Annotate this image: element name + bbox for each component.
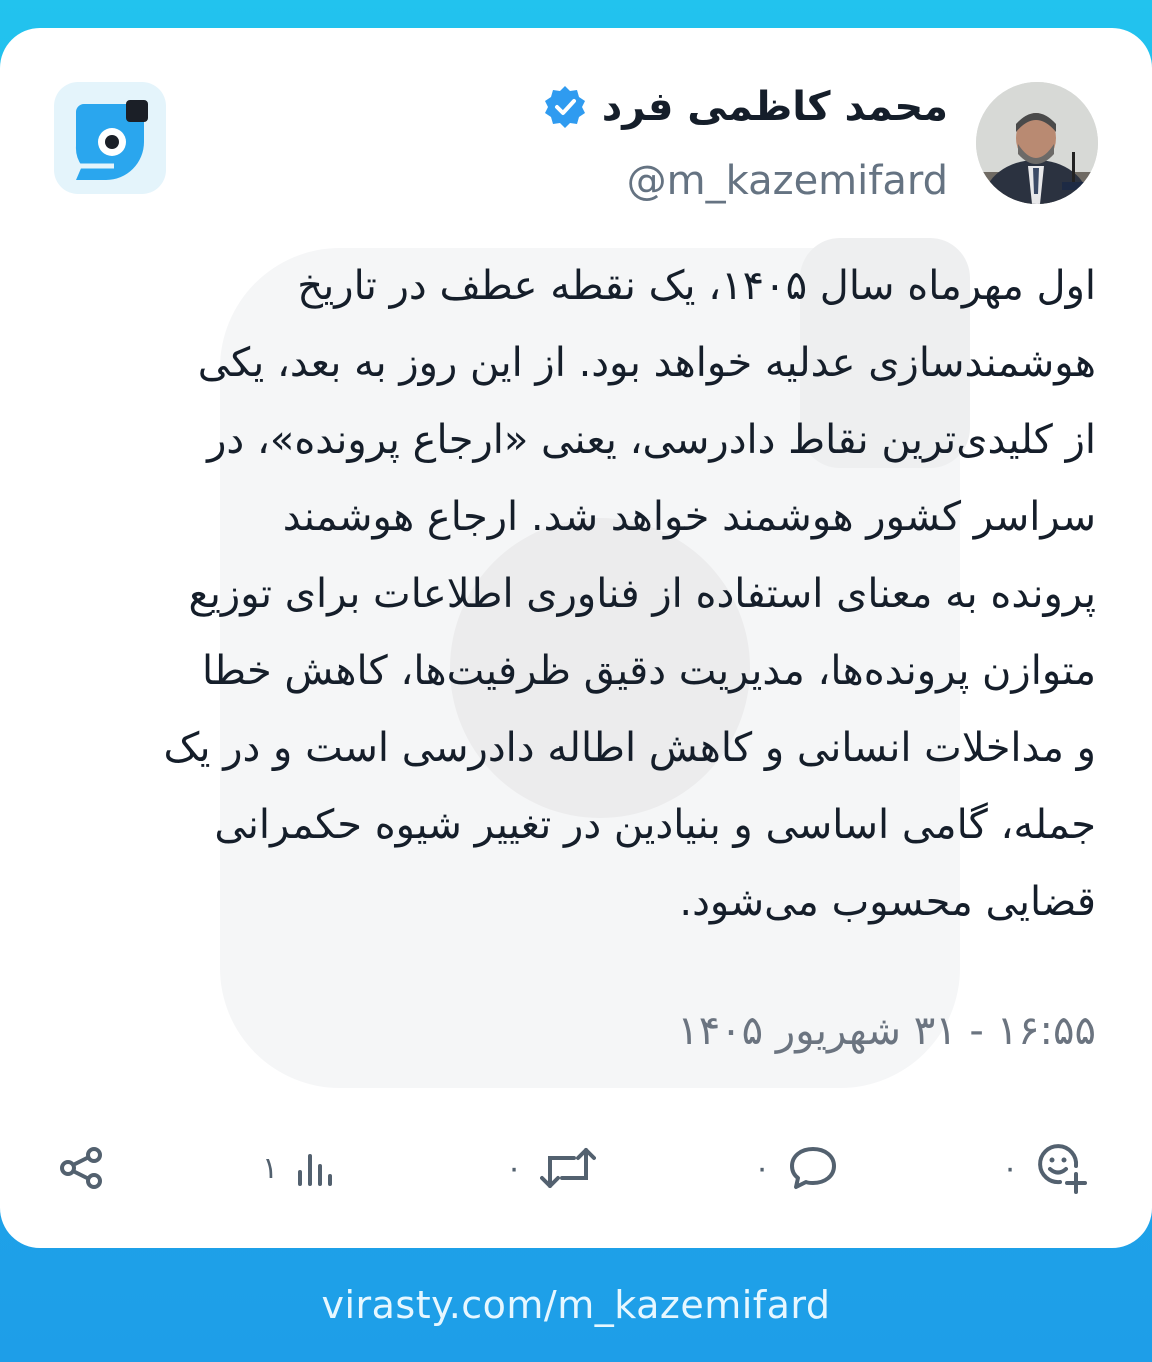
reply-bubble-icon (790, 1147, 837, 1189)
reactions-count: ۰ (1002, 1150, 1019, 1186)
replies-count: ۰ (754, 1150, 771, 1186)
profile-url[interactable]: virasty.com/m_kazemifard (321, 1283, 830, 1327)
verified-badge-icon (544, 86, 585, 128)
repost-button[interactable]: ۰ (506, 1132, 597, 1204)
action-bar: ۱ ۰ ۰ ۰ (0, 1132, 1152, 1204)
reposts-count: ۰ (506, 1150, 523, 1186)
author-name[interactable]: محمد کاظمی فرد (602, 84, 948, 130)
reply-button[interactable]: ۰ (754, 1132, 838, 1204)
add-reaction-icon (1038, 1144, 1088, 1194)
views-count: ۱ (262, 1150, 279, 1186)
profile-url-footer: virasty.com/m_kazemifard (0, 1248, 1152, 1362)
share-icon (60, 1147, 102, 1189)
repost-icon (540, 1148, 597, 1188)
views-counter[interactable]: ۱ (262, 1132, 336, 1204)
avatar-photo (976, 82, 1098, 204)
react-button[interactable]: ۰ (1002, 1132, 1088, 1204)
post-text: اول مهرماه سال ۱۴۰۵، یک نقطه عطف در تاری… (163, 263, 1096, 925)
author-avatar[interactable] (976, 82, 1098, 204)
app-logo-icon (54, 82, 166, 194)
views-bar-chart-icon (298, 1154, 333, 1186)
author-name-row: محمد کاظمی فرد (542, 84, 948, 130)
post-timestamp: ۱۶:۵۵ - ۳۱ شهریور ۱۴۰۵ (677, 1008, 1096, 1054)
author-handle[interactable]: @m_kazemifard (627, 158, 948, 204)
share-button[interactable] (56, 1132, 106, 1204)
post-card: محمد کاظمی فرد @m_kazemifard اول مهرماه … (0, 28, 1152, 1248)
